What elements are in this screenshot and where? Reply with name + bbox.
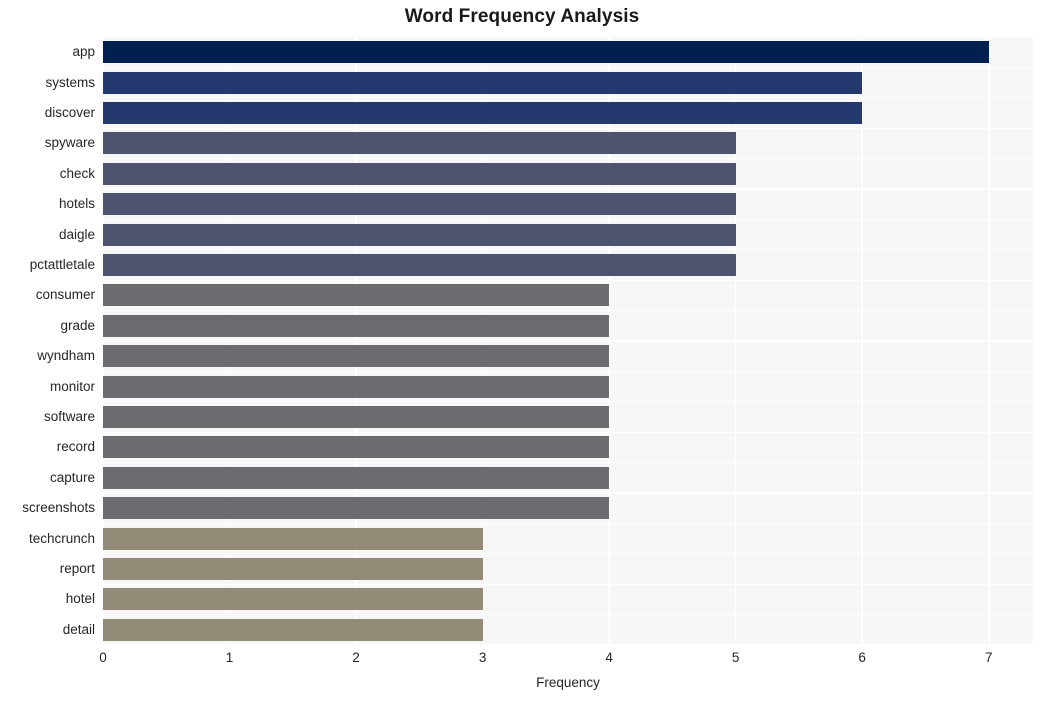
y-axis-tick-label: grade [60, 317, 95, 333]
y-axis-tick-label: pctattletale [29, 257, 95, 272]
y-gridline [103, 492, 1033, 494]
bar [103, 284, 610, 307]
x-axis-tick-label: 5 [731, 650, 740, 665]
bar [103, 558, 483, 580]
y-axis-tick-label: spyware [44, 135, 95, 151]
y-gridline [103, 249, 1033, 251]
bar [103, 132, 736, 155]
y-axis-tick-label: report [59, 561, 95, 576]
y-gridline [103, 157, 1033, 160]
y-axis-tick-label: systems [45, 74, 95, 90]
bar [103, 588, 483, 611]
bar [103, 71, 863, 94]
bar [103, 345, 610, 368]
bar [103, 527, 483, 550]
y-axis-tick-label: detail [62, 621, 95, 637]
y-gridline [103, 66, 1033, 69]
x-axis-title: Frequency [536, 675, 600, 690]
y-axis-tick-labels: app systems discover spyware check hotels daig… [0, 37, 95, 645]
chart-figure: Word Frequency Analysis app systems discov… [0, 0, 1044, 701]
y-gridline [103, 644, 1033, 645]
bar [103, 406, 610, 428]
bar [103, 436, 610, 459]
y-gridline [103, 340, 1033, 342]
bar [103, 314, 610, 337]
y-axis-tick-label: hotel [65, 591, 95, 607]
y-gridline [103, 218, 1033, 221]
y-gridline [103, 461, 1033, 464]
bar [103, 223, 736, 246]
y-gridline [103, 401, 1033, 403]
y-axis-tick-label: daigle [58, 226, 95, 242]
x-axis-tick-label: 1 [225, 650, 234, 665]
y-gridline [103, 127, 1033, 129]
y-gridline [103, 613, 1033, 616]
y-axis-tick-label: screenshots [22, 500, 95, 516]
y-gridline [103, 522, 1033, 525]
y-axis-tick-label: capture [49, 469, 95, 485]
x-axis-tick-label: 2 [352, 650, 360, 665]
x-axis-tick-label: 4 [605, 650, 613, 665]
y-gridline [103, 583, 1033, 585]
y-axis-tick-label: wyndham [37, 348, 95, 364]
bar [103, 102, 863, 124]
bar [103, 162, 736, 185]
bar [103, 618, 483, 641]
plot-area [103, 37, 1033, 645]
y-gridline [103, 431, 1033, 433]
y-axis-tick-label: app [72, 44, 95, 60]
x-axis-tick-label: 7 [984, 650, 993, 665]
y-gridline [103, 309, 1033, 312]
x-axis-tick-label: 0 [99, 650, 107, 665]
y-gridline [103, 553, 1033, 555]
x-axis-tick-labels: 0 1 2 3 4 5 6 7 [99, 650, 1033, 670]
y-gridline [103, 279, 1033, 281]
x-axis-tick-label: 3 [478, 650, 487, 665]
bar [103, 466, 610, 489]
y-gridline [103, 370, 1033, 373]
y-axis-tick-label: record [56, 439, 95, 455]
y-gridline [103, 188, 1033, 190]
x-axis-tick-label: 6 [858, 650, 866, 665]
bar [103, 41, 989, 64]
y-axis-tick-label: check [59, 165, 95, 181]
bar [103, 497, 610, 520]
y-axis-tick-label: hotels [58, 196, 95, 212]
y-gridline [103, 97, 1033, 99]
bar [103, 254, 736, 276]
y-axis-tick-label: discover [44, 105, 95, 120]
y-axis-tick-label: software [43, 409, 95, 424]
y-axis-tick-label: techcrunch [28, 530, 95, 546]
y-axis-tick-label: consumer [35, 287, 95, 303]
bar [103, 193, 736, 216]
y-axis-tick-label: monitor [49, 378, 95, 394]
chart-title: Word Frequency Analysis [404, 6, 640, 27]
bar [103, 375, 610, 398]
